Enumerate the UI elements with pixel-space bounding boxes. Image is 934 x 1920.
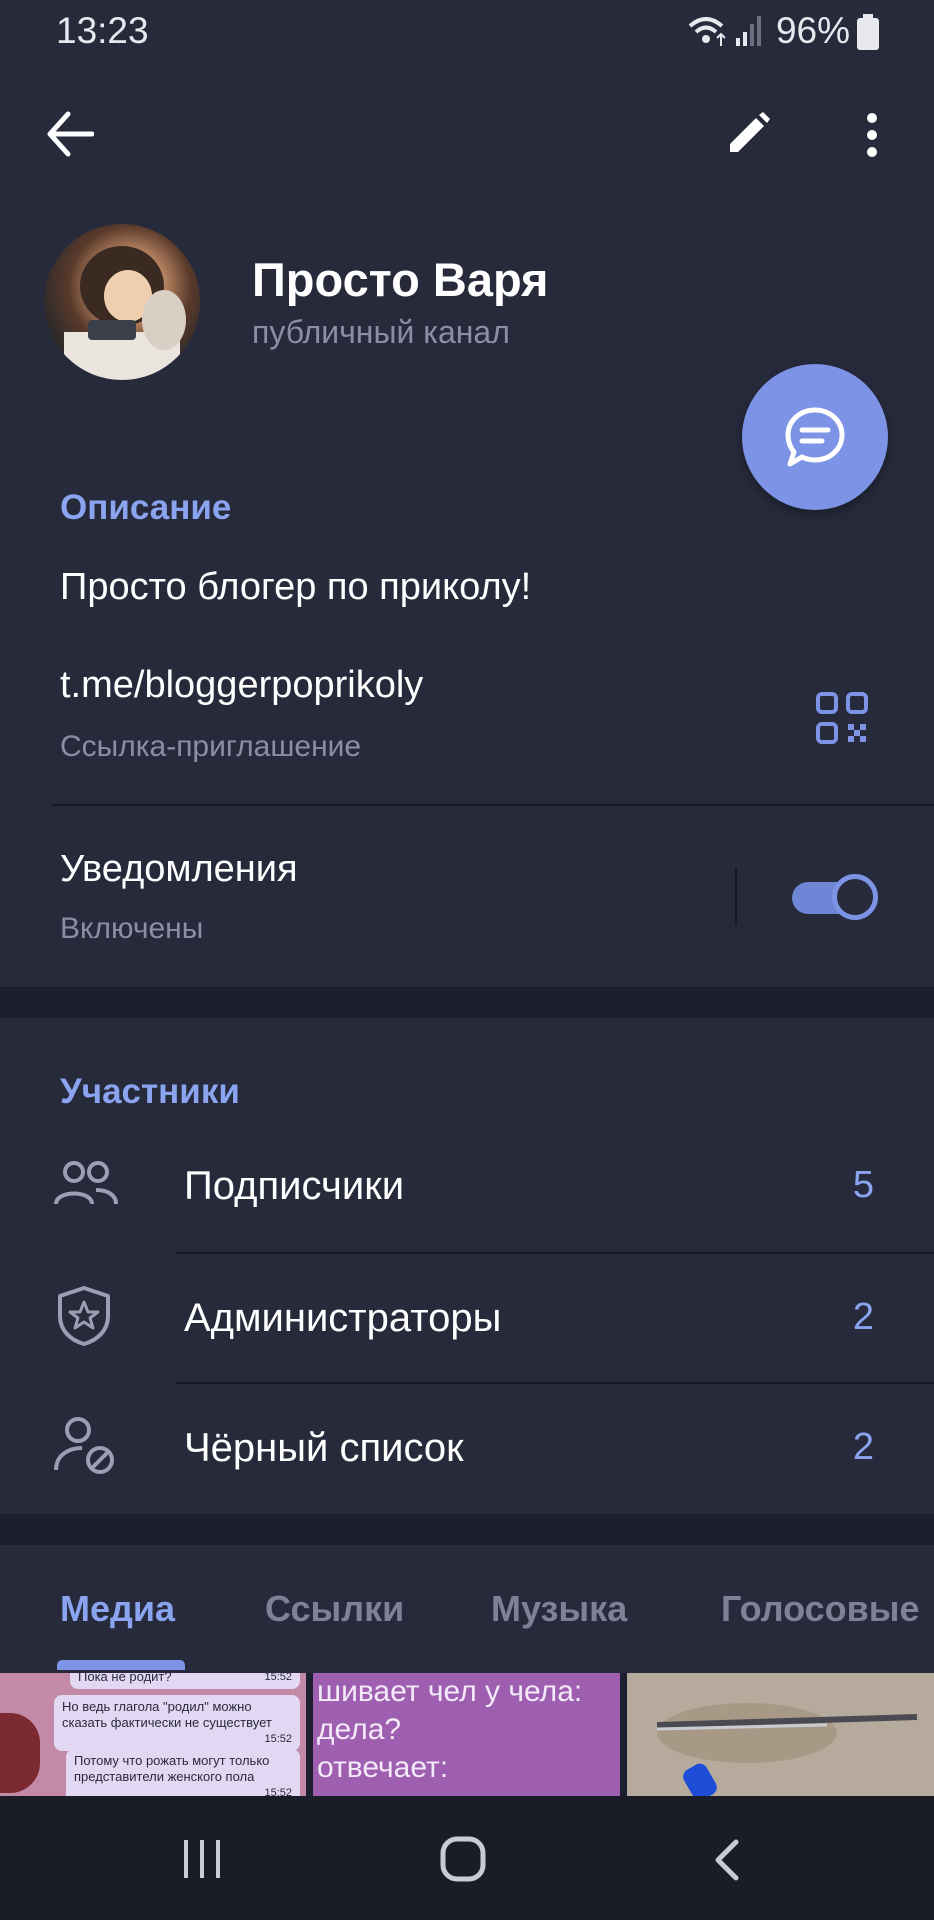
tab-links[interactable]: Ссылки xyxy=(265,1588,404,1630)
tab-media[interactable]: Медиа xyxy=(60,1588,175,1630)
shield-star-icon xyxy=(58,1286,110,1346)
tab-music[interactable]: Музыка xyxy=(491,1588,627,1630)
media-thumbnail[interactable] xyxy=(627,1673,934,1796)
chat-time: 15:52 xyxy=(264,1787,292,1796)
description-header: Описание xyxy=(60,488,232,527)
divider xyxy=(52,804,934,806)
thumbnail-text-line: отвечает: xyxy=(317,1751,449,1784)
user-blocked-icon xyxy=(54,1417,114,1474)
back-arrow-icon[interactable] xyxy=(46,110,94,158)
members-header: Участники xyxy=(60,1072,240,1111)
members-row-subscribers[interactable]: Подписчики 5 xyxy=(0,1130,934,1240)
cellular-signal-icon xyxy=(736,16,761,46)
members-row-label: Чёрный список xyxy=(184,1426,464,1470)
pen-photo xyxy=(627,1673,934,1796)
members-row-count: 5 xyxy=(852,1164,874,1206)
vertical-divider xyxy=(735,868,737,926)
notifications-label[interactable]: Уведомления xyxy=(60,848,298,891)
media-thumbnail[interactable]: Пока не родит? 15:52 Но ведь глагола "ро… xyxy=(0,1673,306,1796)
signal-icons xyxy=(688,16,761,46)
members-row-label: Подписчики xyxy=(184,1164,405,1208)
members-row-count: 2 xyxy=(852,1426,874,1468)
media-thumbnail[interactable]: шивает чел у чела: дела? отвечает: xyxy=(313,1673,620,1796)
thumbnail-text-line: дела? xyxy=(317,1713,402,1746)
chat-bubble-icon xyxy=(785,407,845,467)
channel-description: Просто блогер по приколу! xyxy=(60,566,532,608)
back-nav-icon[interactable] xyxy=(712,1838,742,1882)
members-row-count: 2 xyxy=(852,1296,874,1338)
users-icon xyxy=(54,1161,118,1205)
notifications-state: Включены xyxy=(60,912,204,945)
chat-time: 15:52 xyxy=(264,1733,292,1745)
battery-percentage: 96% xyxy=(775,10,850,51)
thumbnail-text-line: шивает чел у чела: xyxy=(317,1675,583,1708)
qr-code-icon[interactable] xyxy=(816,692,868,744)
wifi-icon xyxy=(688,17,726,46)
recent-apps-icon[interactable] xyxy=(180,1838,224,1880)
battery-icon xyxy=(857,14,879,50)
chat-message: Но ведь глагола "родил" можно сказать фа… xyxy=(62,1699,272,1730)
channel-title: Просто Варя xyxy=(252,253,549,306)
members-row-label: Администраторы xyxy=(184,1296,502,1340)
members-row-admins[interactable]: Администраторы 2 xyxy=(0,1262,934,1372)
thumbnail-decoration xyxy=(0,1713,40,1793)
chat-message: Пока не родит? xyxy=(78,1673,172,1684)
invite-link[interactable]: t.me/bloggerpoprikoly xyxy=(60,664,423,707)
divider xyxy=(176,1252,934,1254)
channel-avatar[interactable] xyxy=(44,224,200,380)
channel-type: публичный канал xyxy=(252,314,510,350)
edit-pencil-icon[interactable] xyxy=(726,112,770,156)
home-icon[interactable] xyxy=(440,1836,486,1882)
avatar-illustration xyxy=(64,246,186,380)
chat-message: Потому что рожать могут только представи… xyxy=(74,1753,270,1784)
invite-link-caption: Ссылка-приглашение xyxy=(60,730,362,763)
divider xyxy=(176,1382,934,1384)
tab-indicator xyxy=(57,1660,185,1670)
discuss-button[interactable] xyxy=(742,364,888,510)
toggle-knob[interactable] xyxy=(832,874,878,920)
more-options-icon[interactable] xyxy=(862,112,882,158)
chat-time: 15:52 xyxy=(264,1673,292,1683)
tab-voice[interactable]: Голосовые xyxy=(721,1588,920,1630)
members-row-blacklist[interactable]: Чёрный список 2 xyxy=(0,1392,934,1502)
status-time: 13:23 xyxy=(56,10,149,51)
